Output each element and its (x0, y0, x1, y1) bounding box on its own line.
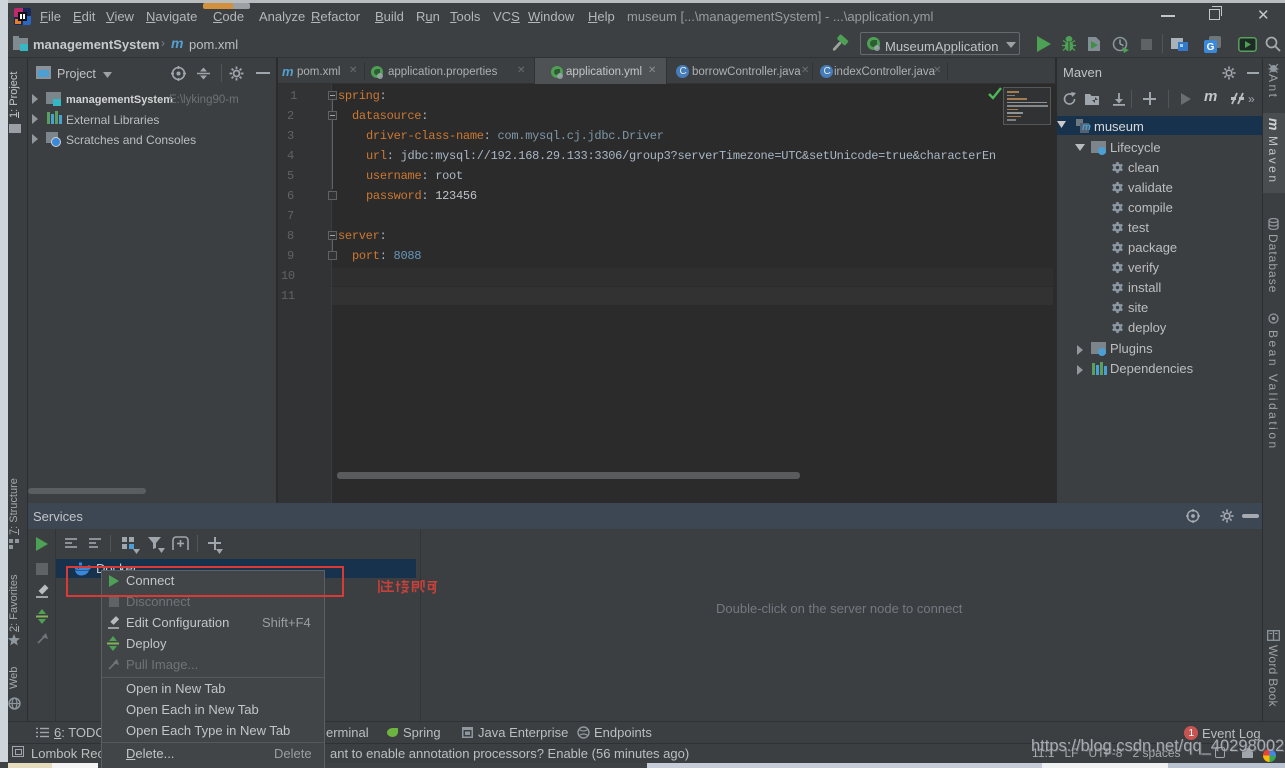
svg-text:G: G (1207, 42, 1215, 53)
